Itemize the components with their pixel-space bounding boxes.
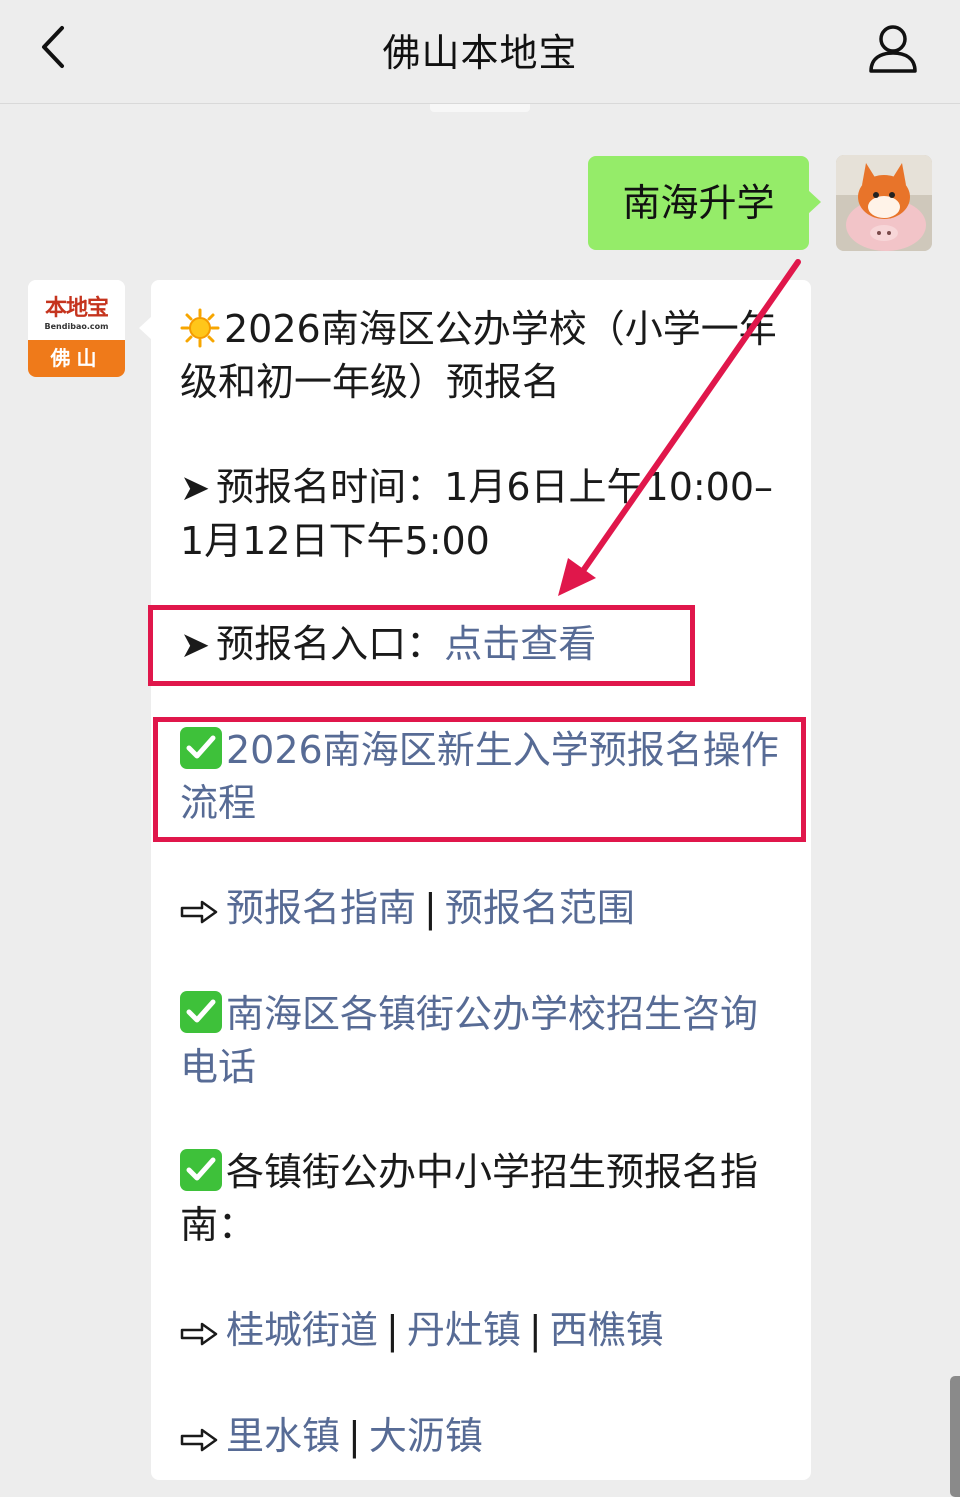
separator: | xyxy=(424,886,437,930)
sun-emoji-icon xyxy=(180,308,220,348)
highlight-box-process xyxy=(153,717,806,842)
towns-heading-row: 各镇街公办中小学招生预报名指南： xyxy=(180,1146,790,1252)
logo-city: 佛山 xyxy=(28,340,125,377)
profile-icon xyxy=(869,25,917,73)
scrollbar[interactable] xyxy=(950,1376,960,1497)
message-headline: 2026南海区公办学校（小学一年级和初一年级）预报名 xyxy=(180,303,790,409)
guide-links-row: 预报名指南 | 预报名范围 xyxy=(180,882,790,939)
separator: | xyxy=(528,1308,542,1352)
town-link-dali[interactable]: 大沥镇 xyxy=(369,1414,483,1458)
pull-indicator xyxy=(430,104,530,112)
logo-top: 本地宝 Bendibao.com xyxy=(28,280,125,340)
phone-link[interactable]: 南海区各镇街公办学校招生咨询电话 xyxy=(180,992,758,1089)
town-link-guicheng[interactable]: 桂城街道 xyxy=(226,1308,378,1352)
white-arrow-icon xyxy=(180,1308,220,1361)
range-link[interactable]: 预报名范围 xyxy=(445,886,635,930)
chat-title: 佛山本地宝 xyxy=(382,31,578,75)
check-mark-emoji-icon xyxy=(180,1149,222,1191)
logo-url: Bendibao.com xyxy=(44,322,109,331)
registration-time: ➤ 预报名时间：1月6日上午10:00–1月12日下午5:00 xyxy=(180,461,790,568)
outgoing-message-bubble[interactable]: 南海升学 xyxy=(588,156,821,250)
phone-link-row: 南海区各镇街公办学校招生咨询电话 xyxy=(180,988,790,1094)
plush-toy-avatar-image xyxy=(836,155,932,251)
towns-row-2: 里水镇 | 大沥镇 xyxy=(180,1410,790,1467)
official-account-avatar[interactable]: 本地宝 Bendibao.com 佛山 xyxy=(28,280,125,377)
separator: | xyxy=(348,1414,361,1458)
profile-button[interactable] xyxy=(866,22,920,76)
white-arrow-icon xyxy=(180,1414,220,1467)
time-text: 预报名时间：1月6日上午10:00–1月12日下午5:00 xyxy=(180,465,774,563)
separator: | xyxy=(386,1308,399,1352)
town-link-lishui[interactable]: 里水镇 xyxy=(226,1414,340,1458)
white-arrow-icon xyxy=(180,886,220,939)
incoming-message-bubble xyxy=(139,280,811,1480)
town-link-danzao[interactable]: 丹灶镇 xyxy=(407,1308,521,1352)
user-avatar[interactable] xyxy=(836,155,932,251)
headline-text: 2026南海区公办学校（小学一年级和初一年级）预报名 xyxy=(180,307,777,404)
highlight-box-entry xyxy=(148,605,695,686)
check-mark-emoji-icon xyxy=(180,991,222,1033)
guide-link[interactable]: 预报名指南 xyxy=(226,886,416,930)
black-arrow-icon: ➤ xyxy=(180,468,211,509)
top-nav-bar: 佛山本地宝 xyxy=(0,0,960,104)
town-link-xiqiao[interactable]: 西樵镇 xyxy=(550,1308,664,1352)
towns-heading: 各镇街公办中小学招生预报名指南： xyxy=(180,1150,759,1247)
logo-text: 本地宝 xyxy=(44,295,109,321)
towns-row-1: 桂城街道 | 丹灶镇 | 西樵镇 xyxy=(180,1304,790,1361)
